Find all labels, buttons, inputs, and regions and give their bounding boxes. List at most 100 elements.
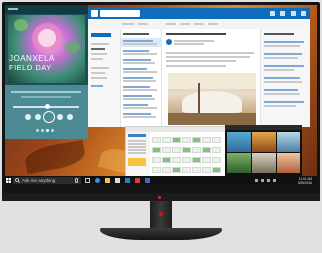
toolbar-button[interactable] [208, 23, 218, 25]
mini-calendar-row[interactable] [128, 149, 146, 151]
calendar-event[interactable] [192, 137, 201, 143]
windows-logo-icon[interactable] [6, 178, 11, 183]
calendar-day-cell[interactable] [152, 157, 161, 163]
mail-icon[interactable] [125, 178, 130, 183]
calendar-day-cell[interactable] [162, 167, 171, 173]
calendar-event[interactable] [172, 167, 181, 173]
photo-thumbnail[interactable] [252, 153, 276, 173]
shuffle-icon[interactable] [25, 114, 31, 120]
carousel-dot[interactable] [46, 129, 49, 132]
calendar-day-cell[interactable] [172, 147, 181, 153]
photo-thumbnail[interactable] [277, 153, 300, 173]
carousel-dot[interactable] [41, 129, 44, 132]
carousel-dot[interactable] [51, 129, 54, 132]
media-player-icon[interactable] [135, 178, 140, 183]
calendar-day-cell[interactable] [182, 137, 191, 143]
calendar-day-cell[interactable] [182, 167, 191, 173]
folder-item[interactable] [91, 43, 109, 45]
calendar-day-cell[interactable] [162, 137, 171, 143]
attached-photo[interactable] [168, 73, 256, 125]
side-panel-item[interactable] [264, 65, 304, 67]
folder-item[interactable] [91, 77, 107, 79]
mini-calendar-row[interactable] [128, 143, 146, 145]
folder-item[interactable] [91, 72, 105, 74]
mail-header-icon[interactable] [280, 11, 285, 16]
photos-icon[interactable] [145, 178, 150, 183]
network-icon[interactable] [261, 179, 264, 182]
media-player-window[interactable]: JOANXELA FIELD DAY [5, 5, 88, 139]
volume-icon[interactable] [267, 179, 270, 182]
notification-icon[interactable] [273, 179, 276, 182]
message-sender[interactable] [123, 113, 151, 115]
new-event-button[interactable] [128, 134, 146, 137]
mini-calendar-row[interactable] [128, 152, 146, 154]
photo-thumbnail[interactable] [227, 132, 251, 152]
photo-thumbnail[interactable] [227, 153, 251, 173]
folder-item[interactable] [91, 53, 107, 55]
calendar-event[interactable] [202, 147, 211, 153]
toolbar-button[interactable] [180, 23, 190, 25]
toolbar-button[interactable] [122, 23, 134, 25]
tray-icon[interactable] [255, 179, 258, 182]
repeat-icon[interactable] [67, 114, 73, 120]
play-pause-button[interactable] [43, 111, 55, 123]
toolbar-button[interactable] [166, 23, 176, 25]
calendar-day-cell[interactable] [202, 137, 211, 143]
store-icon[interactable] [115, 178, 120, 183]
side-panel-item[interactable] [264, 53, 302, 55]
media-menu-icon[interactable] [8, 8, 18, 10]
calendar-day-cell[interactable] [212, 157, 221, 163]
mail-search-input[interactable] [100, 10, 140, 17]
calendar-day-cell[interactable] [152, 167, 161, 173]
calendar-event[interactable] [162, 157, 171, 163]
calendar-event[interactable] [172, 137, 181, 143]
side-panel-item[interactable] [264, 89, 298, 91]
microphone-icon[interactable] [75, 178, 78, 183]
carousel-dot[interactable] [36, 129, 39, 132]
calendar-day-cell[interactable] [182, 157, 191, 163]
seek-handle[interactable] [45, 104, 50, 109]
folder-item[interactable] [91, 67, 109, 69]
calendar-day-cell[interactable] [212, 147, 221, 153]
message-sender[interactable] [123, 86, 150, 88]
message-sender[interactable] [123, 50, 149, 52]
toolbar-button[interactable] [138, 23, 148, 25]
calendar-day-cell[interactable] [192, 147, 201, 153]
photo-thumbnail[interactable] [277, 132, 300, 152]
photos-title-bar[interactable] [225, 125, 302, 130]
calendar-day-cell[interactable] [202, 157, 211, 163]
side-panel-item[interactable] [264, 77, 300, 79]
calendar-event[interactable] [152, 147, 161, 153]
calendar-list-item[interactable] [128, 158, 146, 166]
calendar-day-cell[interactable] [152, 137, 161, 143]
folder-item[interactable] [91, 58, 103, 60]
calendar-event[interactable] [192, 157, 201, 163]
folder-item[interactable] [91, 48, 105, 50]
mail-window[interactable] [88, 8, 310, 127]
calendar-event[interactable] [182, 147, 191, 153]
side-panel-item[interactable] [264, 101, 304, 103]
close-icon[interactable] [301, 11, 306, 16]
message-sender[interactable] [123, 104, 148, 106]
mail-header-icon[interactable] [270, 11, 275, 16]
edge-browser-icon[interactable] [95, 178, 100, 183]
new-mail-button[interactable] [91, 33, 111, 37]
calendar-day-cell[interactable] [202, 167, 211, 173]
photo-thumbnail[interactable] [252, 132, 276, 152]
more-link[interactable] [91, 85, 103, 87]
mini-calendar-row[interactable] [128, 140, 146, 142]
calendar-day-cell[interactable] [212, 137, 221, 143]
task-view-icon[interactable] [85, 178, 90, 183]
calendar-event[interactable] [212, 167, 221, 173]
next-icon[interactable] [57, 114, 63, 120]
side-panel-item[interactable] [264, 41, 304, 43]
previous-icon[interactable] [35, 114, 41, 120]
mini-calendar-row[interactable] [128, 146, 146, 148]
photos-window[interactable] [225, 125, 302, 176]
message-sender[interactable] [123, 95, 152, 97]
message-sender[interactable] [123, 77, 153, 79]
media-title-bar[interactable] [5, 5, 88, 14]
calendar-day-cell[interactable] [162, 147, 171, 153]
calendar-day-cell[interactable] [192, 167, 201, 173]
mail-header-icon[interactable] [291, 11, 296, 16]
